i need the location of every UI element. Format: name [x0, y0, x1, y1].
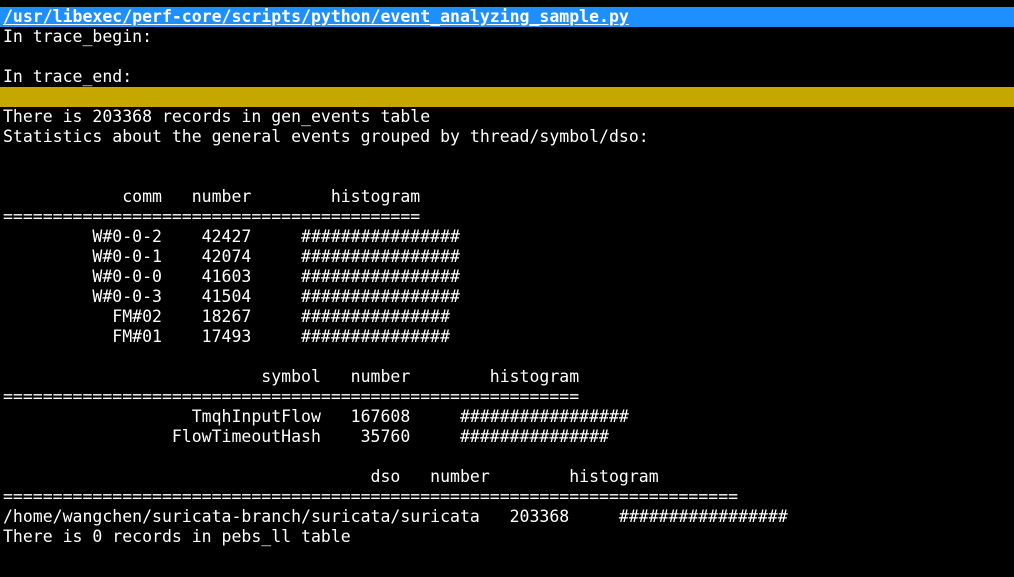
comm-table-row: W#0-0-1 42074 ################ [3, 247, 460, 266]
comm-table-row: FM#01 17493 ############### [3, 327, 451, 346]
dso-table-separator: ========================================… [3, 487, 739, 506]
symbol-table-row: FlowTimeoutHash 35760 ############### [3, 427, 609, 446]
dso-table-header: dso number histogram [3, 467, 659, 486]
symbol-table-header: symbol number histogram [3, 367, 580, 386]
comm-table-row: W#0-0-2 42427 ################ [3, 227, 460, 246]
dso-table-row: /home/wangchen/suricata-branch/suricata/… [3, 507, 788, 526]
comm-table-row: FM#02 18267 ############### [3, 307, 451, 326]
trace-end-line: In trace_end: [3, 67, 133, 86]
symbol-table-separator: ========================================… [3, 387, 580, 406]
pebs-ll-count-line: There is 0 records in pebs_ll table [3, 527, 351, 546]
gen-events-count-line: There is 203368 records in gen_events ta… [3, 107, 431, 126]
trace-begin-line: In trace_begin: [3, 27, 153, 46]
statistics-heading-line: Statistics about the general events grou… [3, 127, 649, 146]
comm-table-row: W#0-0-3 41504 ################ [3, 287, 460, 306]
terminal-bottom-area [0, 567, 1014, 577]
terminal-output: /usr/libexec/perf-core/scripts/python/ev… [0, 7, 1014, 547]
script-path-title: /usr/libexec/perf-core/scripts/python/ev… [0, 7, 1014, 27]
comm-table-header: comm number histogram [3, 187, 421, 206]
comm-table-separator: ========================================… [3, 207, 421, 226]
highlighted-blank-line [0, 87, 1014, 107]
symbol-table-row: TmqhInputFlow 167608 ################# [3, 407, 629, 426]
comm-table-row: W#0-0-0 41603 ################ [3, 267, 460, 286]
